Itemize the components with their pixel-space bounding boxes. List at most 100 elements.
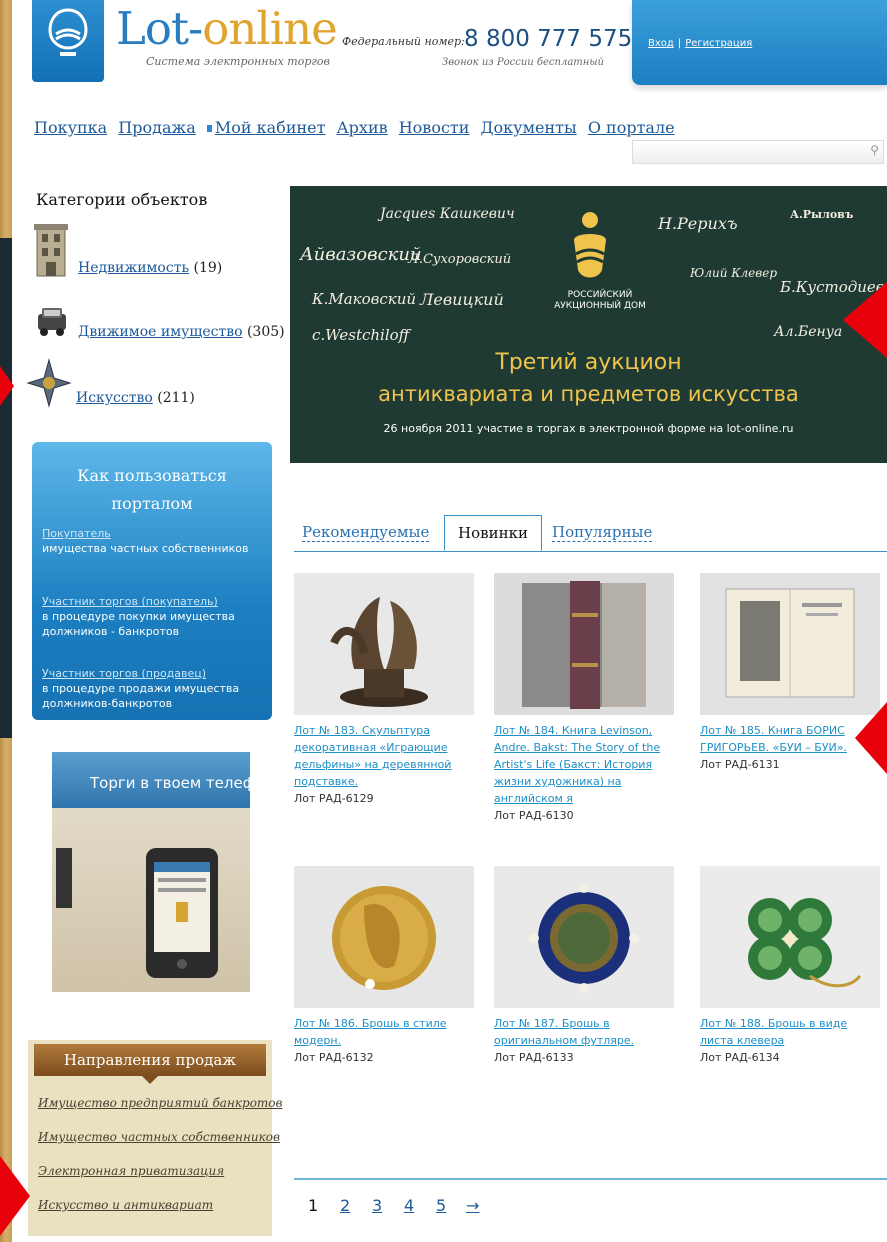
lot-title[interactable]: Лот № 186. Брошь в стиле модерн. bbox=[294, 1015, 474, 1049]
lot-code: Лот РАД-6129 bbox=[294, 792, 374, 805]
lot-tabs: Рекомендуемые Новинки Популярные bbox=[294, 515, 887, 552]
signature-decoration: Ал.Бенуа bbox=[774, 324, 843, 340]
banner-date-text: 26 ноября 2011 участие в торгах в электр… bbox=[383, 422, 794, 435]
call-note: Звонок из России бесплатный bbox=[442, 57, 604, 68]
signature-decoration: А.Рыловъ bbox=[790, 208, 854, 221]
direction-art-antiques[interactable]: Искусство и антиквариат bbox=[38, 1198, 213, 1212]
lot-image-brooch-case[interactable] bbox=[494, 866, 674, 1008]
lot-card[interactable]: Лот № 183. Скульптура декоративная «Игра… bbox=[294, 573, 474, 807]
pointer-arrow-right-icon bbox=[0, 366, 14, 406]
banner-heading: Третий аукцион bbox=[495, 350, 682, 375]
next-page-link[interactable]: → bbox=[466, 1196, 479, 1215]
lot-title[interactable]: Лот № 188. Брошь в виде листа клевера bbox=[700, 1015, 880, 1049]
signature-decoration: К.Маковский bbox=[312, 290, 417, 308]
signature-decoration: Левицкий bbox=[420, 290, 504, 309]
tab-recommended[interactable]: Рекомендуемые bbox=[302, 515, 430, 549]
pointer-arrow-left-icon bbox=[855, 702, 887, 774]
login-link[interactable]: Вход bbox=[648, 38, 674, 49]
auction-house-logo-icon bbox=[574, 212, 606, 278]
lot-image-book-grigoriev[interactable] bbox=[700, 573, 880, 715]
lot-code: Лот РАД-6130 bbox=[494, 809, 574, 822]
register-link[interactable]: Регистрация bbox=[685, 38, 752, 49]
building-icon[interactable] bbox=[34, 222, 68, 278]
lot-card[interactable]: Лот № 188. Брошь в виде листа клевера Ло… bbox=[700, 866, 880, 1066]
signature-decoration: c.Westchiloff bbox=[312, 326, 410, 344]
pointer-arrow-left-icon bbox=[843, 282, 887, 358]
car-icon[interactable] bbox=[34, 306, 70, 338]
howto-item-participant-buyer: Участник торгов (покупатель) в процедуре… bbox=[42, 595, 235, 638]
howto-title: Как пользоваться порталом bbox=[77, 466, 227, 513]
order-cross-icon[interactable] bbox=[26, 358, 72, 408]
mobile-promo[interactable]: Торги в твоем телефоне bbox=[52, 752, 250, 992]
nav-cabinet[interactable]: Мой кабинет bbox=[215, 118, 326, 137]
page-link[interactable]: 4 bbox=[404, 1196, 414, 1215]
auth-links: Вход | Регистрация bbox=[648, 38, 753, 49]
banner-subheading: антиквариата и предметов искусства bbox=[378, 382, 799, 406]
pagination: 1 2 3 4 5 → bbox=[294, 1178, 887, 1215]
lot-image-brooch-clover[interactable] bbox=[700, 866, 880, 1008]
logo-emblem-icon bbox=[48, 8, 88, 56]
lot-title[interactable]: Лот № 183. Скульптура декоративная «Игра… bbox=[294, 722, 474, 790]
category-art[interactable]: Искусство (211) bbox=[76, 390, 195, 406]
howto-panel: Как пользоваться порталом Покупатель иму… bbox=[32, 442, 272, 720]
lot-card[interactable]: Лот № 187. Брошь в оригинальном футляре.… bbox=[494, 866, 674, 1066]
page-link[interactable]: 2 bbox=[340, 1196, 350, 1215]
lot-image-dolphins[interactable] bbox=[294, 573, 474, 715]
lot-code: Лот РАД-6134 bbox=[700, 1051, 780, 1064]
direction-bankrupt-enterprises[interactable]: Имущество предприятий банкротов bbox=[38, 1096, 283, 1110]
category-real-estate[interactable]: Недвижимость (19) bbox=[78, 260, 222, 276]
nav-about[interactable]: О портале bbox=[588, 118, 675, 137]
signature-decoration: Айвазовский bbox=[300, 244, 422, 265]
brand-name: Lot-online bbox=[116, 2, 338, 55]
lot-code: Лот РАД-6133 bbox=[494, 1051, 574, 1064]
lot-card[interactable]: Лот № 185. Книга БОРИС ГРИГОРЬЕВ. «БУИ –… bbox=[700, 573, 880, 773]
nav-buy[interactable]: Покупка bbox=[34, 118, 107, 137]
nav-documents[interactable]: Документы bbox=[481, 118, 577, 137]
direction-privatization[interactable]: Электронная приватизация bbox=[38, 1164, 224, 1178]
main-nav: Покупка Продажа Мой кабинет Архив Новост… bbox=[34, 118, 681, 137]
howto-item-buyer: Покупатель имущества частных собственник… bbox=[42, 527, 249, 555]
search-input[interactable]: ⚲ bbox=[632, 140, 884, 164]
lot-code: Лот РАД-6131 bbox=[700, 758, 780, 771]
category-movable-property[interactable]: Движимое имущество (305) bbox=[78, 324, 285, 340]
signature-decoration: Jacques Кашкевич bbox=[380, 206, 515, 222]
lot-card[interactable]: Лот № 184. Книга Levinson, Andre. Bakst:… bbox=[494, 573, 674, 824]
signature-decoration: Н.Рерихъ bbox=[658, 214, 738, 233]
tagline: Система электронных торгов bbox=[146, 55, 330, 68]
signature-decoration: Л.Сухоровский bbox=[408, 252, 512, 267]
page-current: 1 bbox=[308, 1196, 319, 1215]
nav-archive[interactable]: Архив bbox=[337, 118, 388, 137]
auction-house-name: РОССИЙСКИЙ АУКЦИОННЫЙ ДОМ bbox=[554, 290, 646, 311]
auth-panel: Вход | Регистрация bbox=[632, 0, 887, 85]
smartphone-image bbox=[56, 848, 218, 978]
cabinet-marker-icon bbox=[206, 125, 212, 132]
promo-banner: Торги в твоем телефоне bbox=[52, 752, 250, 808]
lot-image-book-bakst[interactable] bbox=[494, 573, 674, 715]
nav-news[interactable]: Новости bbox=[399, 118, 470, 137]
lot-card[interactable]: Лот № 186. Брошь в стиле модерн. Лот РАД… bbox=[294, 866, 474, 1066]
lot-title[interactable]: Лот № 184. Книга Levinson, Andre. Bakst:… bbox=[494, 722, 674, 807]
nav-sell[interactable]: Продажа bbox=[118, 118, 195, 137]
signature-decoration: Юлий Клевер bbox=[690, 266, 778, 280]
howto-item-participant-seller: Участник торгов (продавец) в процедуре п… bbox=[42, 667, 240, 710]
page-link[interactable]: 5 bbox=[436, 1196, 446, 1215]
search-icon[interactable]: ⚲ bbox=[870, 143, 879, 157]
sales-directions-title: Направления продаж bbox=[34, 1044, 266, 1084]
tab-popular[interactable]: Популярные bbox=[552, 515, 653, 549]
background-strip bbox=[0, 238, 12, 738]
federal-number-label: Федеральный номер: bbox=[342, 35, 465, 48]
lot-code: Лот РАД-6132 bbox=[294, 1051, 374, 1064]
sales-directions-panel: Направления продаж Имущество предприятий… bbox=[28, 1040, 283, 1236]
lot-image-brooch-modern[interactable] bbox=[294, 866, 474, 1008]
categories-title: Категории объектов bbox=[36, 190, 208, 209]
auction-banner[interactable]: Jacques Кашкевич Айвазовский Л.Сухоровск… bbox=[290, 186, 887, 463]
pointer-arrow-right-icon bbox=[0, 1156, 30, 1236]
page-link[interactable]: 3 bbox=[372, 1196, 382, 1215]
direction-private-owners[interactable]: Имущество частных собственников bbox=[38, 1130, 280, 1144]
phone-number: 8 800 777 5757 bbox=[464, 26, 647, 52]
logo[interactable] bbox=[32, 0, 104, 82]
tab-new[interactable]: Новинки bbox=[444, 515, 542, 551]
page: Lot-online Система электронных торгов Фе… bbox=[12, 0, 887, 1242]
lot-title[interactable]: Лот № 185. Книга БОРИС ГРИГОРЬЕВ. «БУИ –… bbox=[700, 722, 880, 756]
lot-title[interactable]: Лот № 187. Брошь в оригинальном футляре. bbox=[494, 1015, 674, 1049]
